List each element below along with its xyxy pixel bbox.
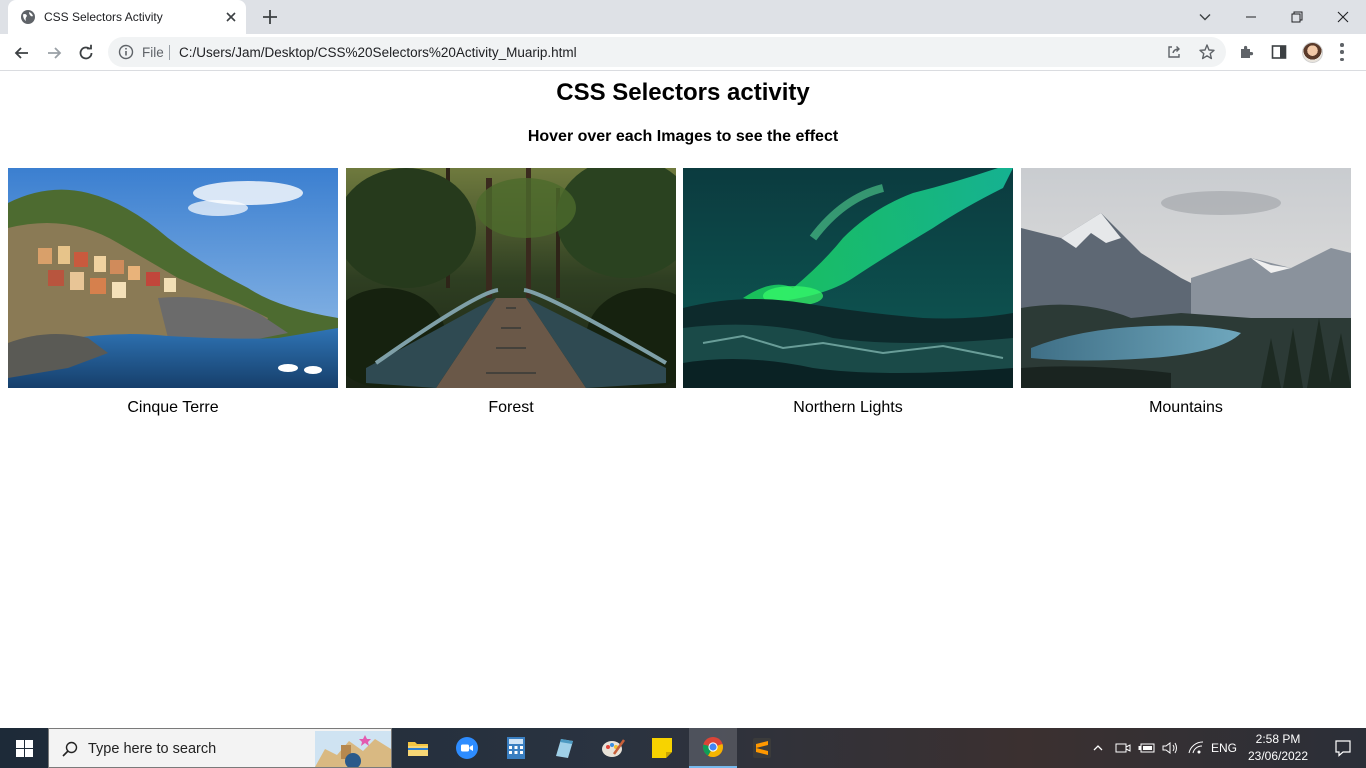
close-icon [1337, 11, 1349, 23]
taskbar-search-box[interactable]: Type here to search [48, 728, 392, 768]
taskbar-paint[interactable] [589, 728, 637, 768]
taskbar-calculator[interactable] [492, 728, 540, 768]
browser-toolbar: File C:/Users/Jam/Desktop/CSS%20Selector… [0, 34, 1366, 71]
chrome-menu-icon[interactable] [1340, 43, 1344, 61]
mountains-image[interactable] [1021, 168, 1351, 388]
arrow-left-icon [14, 47, 28, 59]
tab-search-button[interactable] [1182, 0, 1228, 34]
image-caption: Northern Lights [793, 399, 903, 416]
web-page: CSS Selectors activity Hover over each I… [0, 71, 1366, 728]
sticky-note-icon [652, 738, 672, 758]
wifi-icon [1188, 741, 1204, 754]
search-highlight-illustration [315, 731, 391, 767]
forest-image[interactable] [346, 168, 676, 388]
taskbar-file-explorer[interactable] [394, 728, 442, 768]
reload-icon [79, 44, 93, 60]
search-icon [62, 741, 78, 757]
volume-tray[interactable] [1160, 728, 1182, 768]
windows-logo-icon [15, 739, 33, 757]
minimize-icon [1246, 16, 1256, 18]
gallery-card-mountains[interactable]: Mountains [1021, 168, 1351, 417]
start-button[interactable] [0, 728, 48, 768]
notepad-icon [556, 739, 573, 758]
northern-lights-image[interactable] [683, 168, 1013, 388]
forward-button[interactable] [41, 40, 67, 66]
page-title: CSS Selectors activity [556, 79, 810, 106]
gallery-card-forest[interactable]: Forest [346, 168, 676, 417]
back-button[interactable] [9, 40, 35, 66]
arrow-right-icon [48, 47, 62, 59]
search-placeholder: Type here to search [88, 741, 217, 757]
windows-taskbar: Type here to search ENG 2:58 PM 23/06/20… [0, 728, 1366, 768]
action-center-button[interactable] [1320, 728, 1366, 768]
language-indicator[interactable]: ENG [1208, 728, 1240, 768]
cinque-terre-image[interactable] [8, 168, 338, 388]
gallery-card-northern-lights[interactable]: Northern Lights [683, 168, 1013, 417]
new-tab-icon[interactable] [259, 6, 281, 28]
calculator-icon [507, 737, 525, 759]
chevron-down-icon [1199, 14, 1211, 21]
taskbar-sticky-notes[interactable] [638, 728, 686, 768]
chrome-icon [702, 737, 723, 758]
image-caption: Forest [488, 399, 534, 416]
divider [169, 45, 170, 60]
url-text[interactable]: C:/Users/Jam/Desktop/CSS%20Selectors%20A… [179, 45, 577, 60]
battery-tray[interactable] [1136, 728, 1158, 768]
taskbar-chrome[interactable] [689, 728, 737, 768]
share-icon[interactable] [1166, 44, 1182, 60]
image-caption: Mountains [1149, 399, 1223, 416]
folder-icon [408, 742, 428, 756]
notification-icon [1335, 740, 1351, 757]
tab-title: CSS Selectors Activity [44, 10, 163, 24]
minimize-button[interactable] [1228, 0, 1274, 34]
restore-button[interactable] [1274, 0, 1320, 34]
speaker-icon [1162, 742, 1177, 754]
gallery-card-cinque-terre[interactable]: Cinque Terre [8, 168, 338, 417]
info-icon[interactable] [118, 44, 134, 60]
video-tray-icon [1115, 743, 1131, 753]
sublime-text-icon [753, 738, 771, 758]
restore-icon [1291, 11, 1303, 23]
bookmark-star-icon[interactable] [1198, 43, 1216, 61]
system-clock[interactable]: 2:58 PM 23/06/2022 [1238, 731, 1318, 765]
profile-avatar[interactable] [1302, 42, 1323, 63]
page-subtitle: Hover over each Images to see the effect [527, 128, 839, 145]
reload-button[interactable] [73, 40, 99, 66]
video-camera-icon [456, 737, 478, 759]
extensions-puzzle-icon[interactable] [1238, 43, 1256, 61]
paint-palette-icon [602, 739, 626, 757]
chevron-up-icon [1093, 745, 1103, 751]
show-hidden-icons-button[interactable] [1088, 728, 1108, 768]
side-panel-icon[interactable] [1270, 43, 1288, 61]
scheme-label: File [142, 45, 164, 60]
taskbar-sublime-text[interactable] [738, 728, 786, 768]
close-window-button[interactable] [1320, 0, 1366, 34]
network-tray[interactable] [1184, 728, 1208, 768]
close-tab-icon[interactable] [222, 8, 240, 26]
battery-icon [1138, 743, 1155, 753]
address-bar[interactable]: File C:/Users/Jam/Desktop/CSS%20Selector… [108, 37, 1226, 67]
browser-tab[interactable]: CSS Selectors Activity [8, 0, 246, 34]
image-caption: Cinque Terre [127, 399, 219, 416]
meet-now-tray[interactable] [1112, 728, 1134, 768]
clock-time: 2:58 PM [1255, 732, 1301, 746]
tab-strip: CSS Selectors Activity [0, 0, 1366, 34]
clock-date: 23/06/2022 [1247, 749, 1309, 763]
globe-icon [21, 10, 35, 24]
taskbar-zoom[interactable] [443, 728, 491, 768]
taskbar-notepad[interactable] [540, 728, 588, 768]
